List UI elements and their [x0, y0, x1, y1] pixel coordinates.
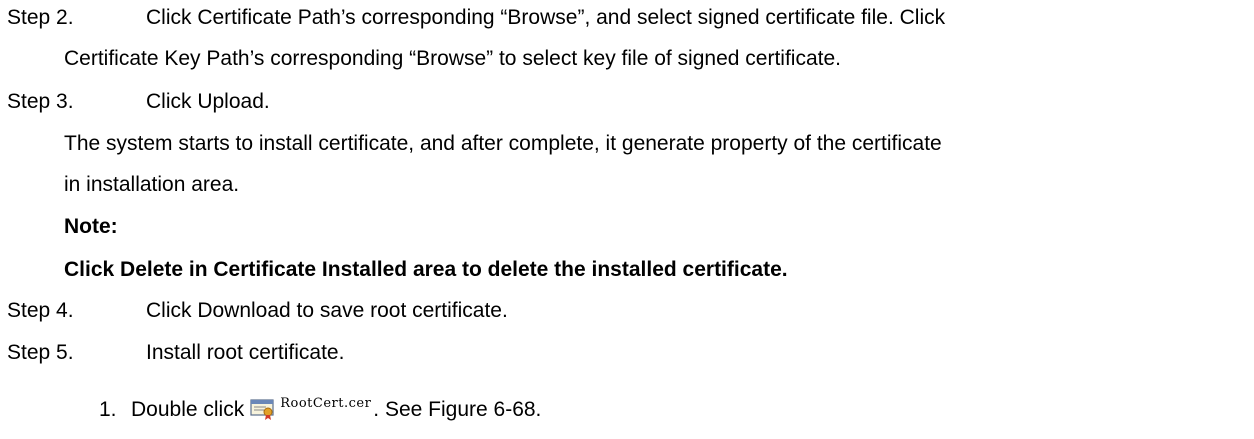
step-3-body-line-2: in installation area. [64, 173, 240, 196]
substep-suffix: . See Figure 6-68. [373, 398, 542, 421]
step-5-label: Step 5. [7, 341, 74, 364]
step-2-label: Step 2. [7, 6, 74, 29]
step-2-text-line-1: Click Certificate Path’s corresponding “… [146, 6, 946, 29]
step-4-text: Click Download to save root certificate. [146, 299, 508, 322]
note-heading: Note: [64, 215, 118, 238]
step-3-body-line-1: The system starts to install certificate… [64, 132, 942, 155]
substep-number: 1. [99, 398, 117, 421]
step-3-text: Click Upload. [146, 90, 270, 113]
note-text: Click Delete in Certificate Installed ar… [64, 258, 788, 281]
root-cert-file-name[interactable]: RootCert.cer [280, 391, 371, 417]
substep-text: Double click RootCert.cer . See Figure 6… [131, 396, 542, 423]
step-4-label: Step 4. [7, 299, 74, 322]
step-2-text-line-2: Certificate Key Path’s corresponding “Br… [64, 47, 841, 70]
step-5-text: Install root certificate. [146, 341, 345, 364]
certificate-file-icon[interactable] [250, 399, 276, 421]
step-3-label: Step 3. [7, 90, 74, 113]
substep-prefix: Double click [131, 398, 245, 421]
